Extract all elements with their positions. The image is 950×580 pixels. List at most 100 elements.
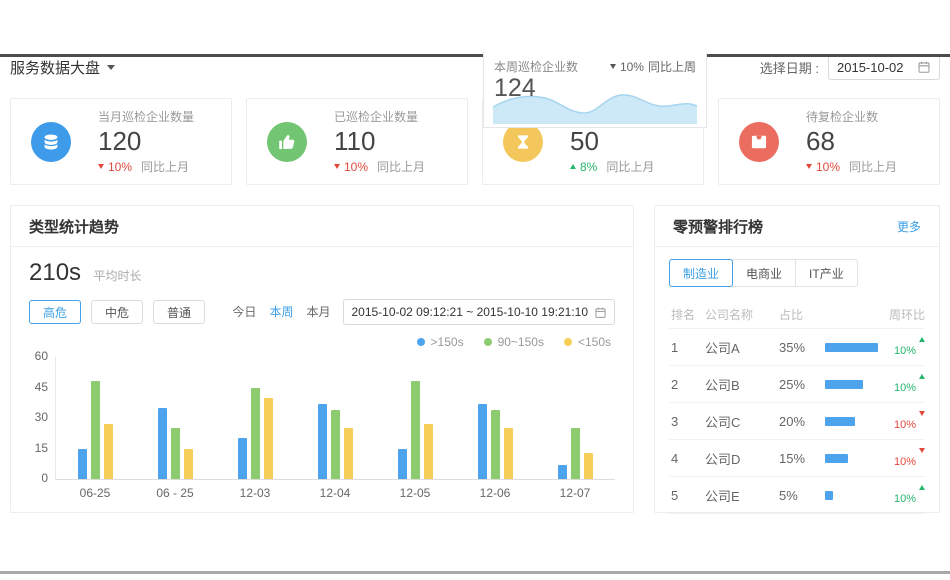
x-tick-label: 12-07 [535,486,615,500]
legend-item: 90~150s [484,335,544,349]
bar [158,408,167,479]
y-axis: 015304560 [29,357,55,479]
bar [184,449,193,480]
range-controls: 今日本周本月 2015-10-02 09:12:21 ~ 2015-10-10 … [232,299,615,325]
company-cell: 公司C [705,412,779,431]
legend-dot-icon [484,338,492,346]
industry-tab-group: 制造业电商业IT产业 [669,259,925,287]
table-row: 1公司A35%10% [669,329,925,366]
average-duration-value: 210s [29,259,81,286]
weekly-change-note: 同比上周 [648,58,696,75]
y-tick-label: 15 [35,442,48,454]
stat-label: 已巡检企业数量 [334,108,425,125]
calendar-icon [917,60,931,74]
bar [331,410,340,479]
x-tick-label: 06-25 [55,486,135,500]
industry-tab[interactable]: IT产业 [795,259,858,287]
weekly-card-value: 124 [494,75,536,101]
trend-change: 10% [894,382,916,394]
legend-dot-icon [564,338,572,346]
trend-caret-icon [919,448,925,453]
chart-legend: >150s90~150s<150s [29,335,615,349]
bar [571,428,580,479]
ranking-panel-body: 制造业电商业IT产业 排名 公司名称 占比 周环比 1公司A35%10%2公司B… [655,247,939,514]
stat-change: 8% 同比上月 [570,158,654,175]
caret-down-icon [610,64,616,69]
bar-group [375,381,455,479]
stat-card: 当月巡检企业数量 120 10% 同比上月 [10,98,232,185]
trend-caret-icon [806,164,812,169]
stat-change-value: 10% [108,160,132,174]
percent-bar [825,380,879,389]
more-link[interactable]: 更多 [897,218,921,235]
industry-tab[interactable]: 制造业 [669,259,733,287]
trend-change: 10% [894,493,916,505]
date-picker: 选择日期 : 2015-10-02 [760,54,940,80]
bar [91,381,100,479]
table-row: 4公司D15%10% [669,440,925,477]
trend-cell: 10% [879,411,925,431]
stat-value: 50 [570,127,654,156]
x-axis-labels: 06-2506 - 2512-0312-0412-0512-0612-07 [55,486,615,500]
range-tab-group: 今日本周本月 [232,303,343,321]
page-title[interactable]: 服务数据大盘 [10,57,115,78]
legend-label: 90~150s [498,335,544,349]
trend-caret-icon [919,374,925,379]
rank-cell: 4 [669,451,705,466]
date-range-input[interactable]: 2015-10-02 09:12:21 ~ 2015-10-10 19:21:1… [343,299,615,325]
column-percent: 占比 [779,306,825,323]
weekly-card-title: 本周巡检企业数 [494,58,578,75]
stat-card: 待复检企业数 68 10% 同比上月 [718,98,940,185]
industry-tab[interactable]: 电商业 [732,259,796,287]
x-tick-label: 12-04 [295,486,375,500]
chevron-down-icon [107,65,115,70]
stat-text: 已巡检企业数量 110 10% 同比上月 [334,108,425,176]
percent-cell: 25% [779,377,825,392]
stat-change-value: 10% [344,160,368,174]
bar [104,424,113,479]
percent-cell: 5% [779,488,825,503]
page-title-label: 服务数据大盘 [10,57,100,78]
main-row: 类型统计趋势 210s 平均时长 高危中危普通 今日本周本月 2015-10-0… [10,205,940,513]
trend-caret-icon [570,164,576,169]
bar [78,449,87,480]
severity-button[interactable]: 高危 [29,300,81,324]
trend-change: 10% [894,345,916,357]
severity-button-group: 高危中危普通 [29,300,215,324]
range-tab[interactable]: 今日 [232,303,256,320]
bar-group [535,428,615,479]
bar [251,388,260,480]
stat-value: 120 [98,127,194,156]
severity-button[interactable]: 普通 [153,300,205,324]
bar-group [216,388,296,480]
stat-text: 当月巡检企业数量 120 10% 同比上月 [98,108,194,176]
stat-card: 已巡检企业数量 110 10% 同比上月 [246,98,468,185]
bar [424,424,433,479]
y-tick-label: 30 [35,411,48,423]
rank-cell: 3 [669,414,705,429]
bar-chart-plot [55,357,615,480]
table-row: 5公司E5%10% [669,477,925,514]
date-value: 2015-10-02 [837,60,904,75]
x-tick-label: 12-03 [215,486,295,500]
company-cell: 公司D [705,449,779,468]
bar [238,438,247,479]
bar [344,428,353,479]
date-input[interactable]: 2015-10-02 [828,54,940,80]
bar-group [296,404,376,479]
table-row: 3公司C20%10% [669,403,925,440]
bar [318,404,327,479]
stat-text: 待复检企业数 68 10% 同比上月 [806,108,897,176]
trend-panel-title: 类型统计趋势 [29,216,119,237]
trend-change: 10% [894,419,916,431]
table-header: 排名 公司名称 占比 周环比 [669,300,925,329]
stat-value: 110 [334,127,425,156]
trend-cell: 10% [879,337,925,357]
range-tab[interactable]: 本月 [306,303,330,320]
legend-dot-icon [417,338,425,346]
range-tab[interactable]: 本周 [269,303,293,320]
trend-cell: 10% [879,485,925,505]
severity-button[interactable]: 中危 [91,300,143,324]
thumbs-up-icon [267,122,307,162]
bar [504,428,513,479]
